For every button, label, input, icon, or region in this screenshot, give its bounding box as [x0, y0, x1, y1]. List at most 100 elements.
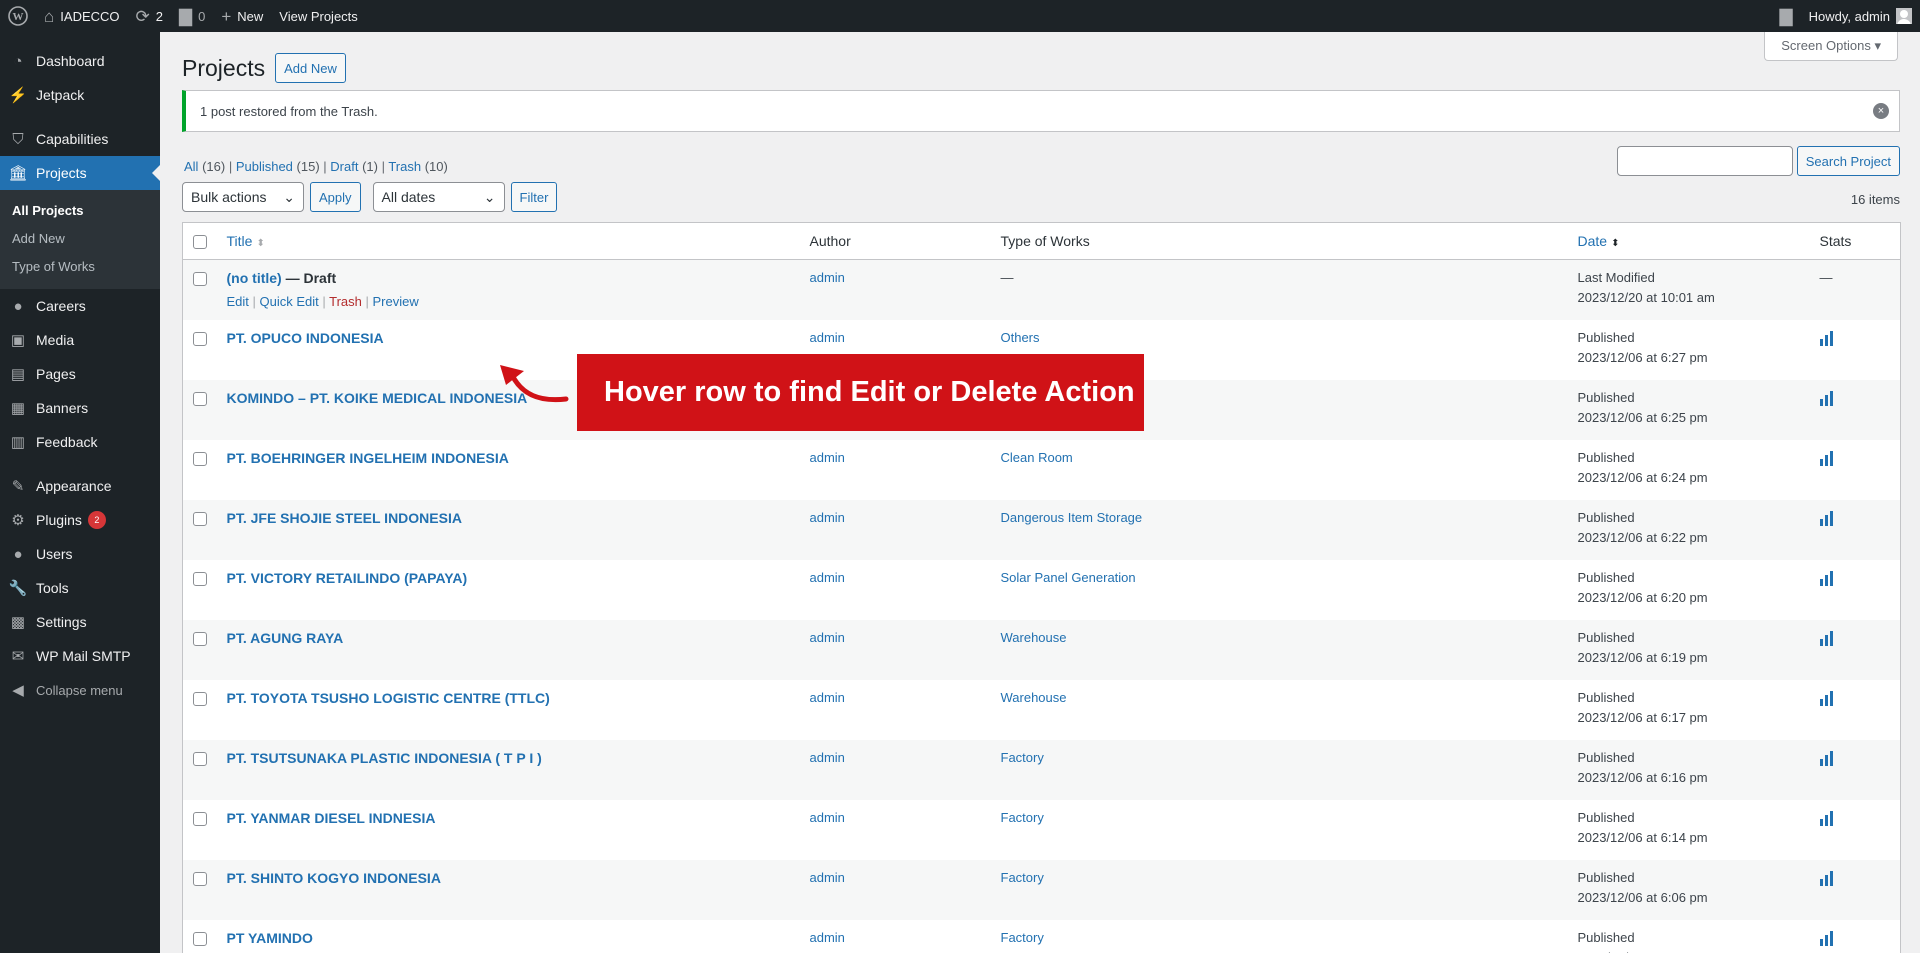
row-checkbox[interactable] — [193, 932, 207, 946]
row-title[interactable]: PT. TOYOTA TSUSHO LOGISTIC CENTRE (TTLC) — [227, 690, 550, 706]
filter-button[interactable]: Filter — [510, 182, 558, 212]
column-date-sort[interactable]: Date ⬍ — [1578, 233, 1620, 249]
row-title[interactable]: KOMINDO – PT. KOIKE MEDICAL INDONESIA — [227, 390, 528, 406]
search-button[interactable]: Search Project — [1796, 146, 1900, 176]
filter-trash[interactable]: Trash (10) — [388, 159, 448, 174]
author-link[interactable]: admin — [810, 330, 845, 345]
sidebar-item-pages[interactable]: ▤ Pages — [0, 357, 160, 391]
row-checkbox[interactable] — [193, 872, 207, 886]
new-content-link[interactable]: + New — [213, 0, 271, 32]
stats-chart-icon[interactable] — [1819, 510, 1833, 526]
date-filter-select[interactable]: All dates ⌄ — [372, 182, 505, 212]
row-checkbox[interactable] — [193, 692, 207, 706]
row-checkbox[interactable] — [193, 332, 207, 346]
table-row[interactable]: PT. SHINTO KOGYO INDONESIA admin Factory… — [182, 860, 1901, 920]
type-of-works-link[interactable]: Warehouse — [1001, 690, 1067, 705]
view-projects-link[interactable]: View Projects — [271, 0, 366, 32]
author-link[interactable]: admin — [810, 270, 845, 285]
type-of-works-link[interactable]: Dangerous Item Storage — [1001, 510, 1143, 525]
collapse-menu-button[interactable]: ◀ Collapse menu — [0, 673, 160, 707]
edit-link[interactable]: Edit — [227, 294, 249, 309]
stats-chart-icon[interactable] — [1819, 930, 1833, 946]
stats-chart-icon[interactable] — [1819, 810, 1833, 826]
filter-all[interactable]: All (16) — [184, 159, 225, 174]
table-row[interactable]: PT. TOYOTA TSUSHO LOGISTIC CENTRE (TTLC)… — [183, 680, 1901, 740]
author-link[interactable]: admin — [810, 930, 845, 945]
sidebar-item-appearance[interactable]: ✎ Appearance — [0, 469, 160, 503]
sidebar-item-media[interactable]: ▣ Media — [0, 323, 160, 357]
search-input[interactable] — [1616, 146, 1793, 176]
table-row[interactable]: PT. YANMAR DIESEL INDNESIA admin Factory… — [183, 800, 1901, 860]
apply-button[interactable]: Apply — [310, 182, 361, 212]
sidebar-item-settings[interactable]: ▩ Settings — [0, 605, 160, 639]
filter-published[interactable]: Published (15) — [236, 159, 320, 174]
row-checkbox[interactable] — [193, 272, 207, 286]
site-name-link[interactable]: ⌂ IADECCO — [36, 0, 128, 32]
row-title[interactable]: PT YAMINDO — [227, 930, 313, 946]
row-checkbox[interactable] — [193, 512, 207, 526]
row-title[interactable]: PT. TSUTSUNAKA PLASTIC INDONESIA ( T P I… — [227, 750, 542, 766]
notifications-icon[interactable]: ▇ — [1772, 0, 1801, 32]
table-row[interactable]: PT YAMINDO admin Factory Published 2023/1… — [183, 920, 1901, 953]
author-link[interactable]: admin — [810, 630, 845, 645]
dismiss-icon[interactable]: × — [1873, 103, 1889, 119]
stats-chart-icon[interactable] — [1819, 330, 1833, 346]
stats-chart-icon[interactable] — [1819, 690, 1833, 706]
stats-chart-icon[interactable] — [1819, 630, 1833, 646]
sidebar-item-dashboard[interactable]: ◔ Dashboard — [0, 44, 160, 78]
type-of-works-link[interactable]: Warehouse — [1001, 630, 1067, 645]
updates-link[interactable]: ⟳ 2 — [128, 0, 171, 32]
author-link[interactable]: admin — [810, 810, 845, 825]
sidebar-item-users[interactable]: ● Users — [0, 537, 160, 571]
table-row[interactable]: PT. TSUTSUNAKA PLASTIC INDONESIA ( T P I… — [182, 740, 1901, 800]
row-checkbox[interactable] — [193, 452, 207, 466]
row-title[interactable]: PT. YANMAR DIESEL INDNESIA — [227, 810, 436, 826]
author-link[interactable]: admin — [810, 750, 845, 765]
comments-link[interactable]: ▇ 0 — [171, 0, 213, 32]
trash-link[interactable]: Trash — [329, 294, 362, 309]
row-checkbox[interactable] — [193, 632, 207, 646]
sidebar-item-capabilities[interactable]: ⛉ Capabilities — [0, 122, 160, 156]
row-title[interactable]: PT. AGUNG RAYA — [227, 630, 344, 646]
preview-link[interactable]: Preview — [373, 294, 419, 309]
bulk-actions-select[interactable]: Bulk actions ⌄ — [182, 182, 304, 212]
table-row[interactable]: PT. VICTORY RETAILINDO (PAPAYA) admin So… — [183, 560, 1901, 620]
my-account-link[interactable]: Howdy, admin — [1801, 0, 1920, 32]
submenu-all-projects[interactable]: All Projects — [0, 197, 160, 225]
row-title[interactable]: PT. SHINTO KOGYO INDONESIA — [227, 870, 441, 886]
table-row[interactable]: PT. BOEHRINGER INGELHEIM INDONESIA admin… — [183, 440, 1901, 500]
table-row[interactable]: (no title) — Draft Edit | Quick Edit | T… — [182, 259, 1901, 320]
stats-chart-icon[interactable] — [1819, 450, 1833, 466]
table-row[interactable]: PT. JFE SHOJIE STEEL INDONESIA admin Dan… — [182, 500, 1901, 560]
add-new-button[interactable]: Add New — [275, 53, 346, 83]
stats-chart-icon[interactable] — [1819, 390, 1833, 406]
row-checkbox[interactable] — [193, 812, 207, 826]
stats-chart-icon[interactable] — [1819, 570, 1833, 586]
row-title[interactable]: PT. OPUCO INDONESIA — [227, 330, 384, 346]
row-title[interactable]: PT. VICTORY RETAILINDO (PAPAYA) — [227, 570, 468, 586]
sidebar-item-projects[interactable]: 🏛 Projects — [0, 156, 160, 190]
wordpress-logo-icon[interactable]: W — [0, 0, 36, 32]
sidebar-item-feedback[interactable]: ▥ Feedback — [0, 425, 160, 459]
sidebar-item-careers[interactable]: ● Careers — [0, 289, 160, 323]
author-link[interactable]: admin — [810, 690, 845, 705]
author-link[interactable]: admin — [810, 510, 845, 525]
type-of-works-link[interactable]: Factory — [1001, 870, 1044, 885]
row-title[interactable]: PT. JFE SHOJIE STEEL INDONESIA — [227, 510, 462, 526]
table-row[interactable]: PT. AGUNG RAYA admin Warehouse Published… — [182, 620, 1901, 680]
author-link[interactable]: admin — [810, 450, 845, 465]
submenu-add-new[interactable]: Add New — [0, 225, 160, 253]
stats-chart-icon[interactable] — [1819, 750, 1833, 766]
author-link[interactable]: admin — [810, 870, 845, 885]
row-checkbox[interactable] — [193, 392, 207, 406]
author-link[interactable]: admin — [810, 570, 845, 585]
sidebar-item-jetpack[interactable]: ⚡ Jetpack — [0, 78, 160, 112]
row-title[interactable]: (no title) — Draft — [227, 270, 337, 286]
filter-draft[interactable]: Draft (1) — [330, 159, 378, 174]
submenu-type-of-works[interactable]: Type of Works — [0, 253, 160, 281]
type-of-works-link[interactable]: Others — [1001, 330, 1040, 345]
type-of-works-link[interactable]: Factory — [1001, 810, 1044, 825]
row-checkbox[interactable] — [193, 752, 207, 766]
type-of-works-link[interactable]: Factory — [1001, 930, 1044, 945]
type-of-works-link[interactable]: Solar Panel Generation — [1001, 570, 1136, 585]
